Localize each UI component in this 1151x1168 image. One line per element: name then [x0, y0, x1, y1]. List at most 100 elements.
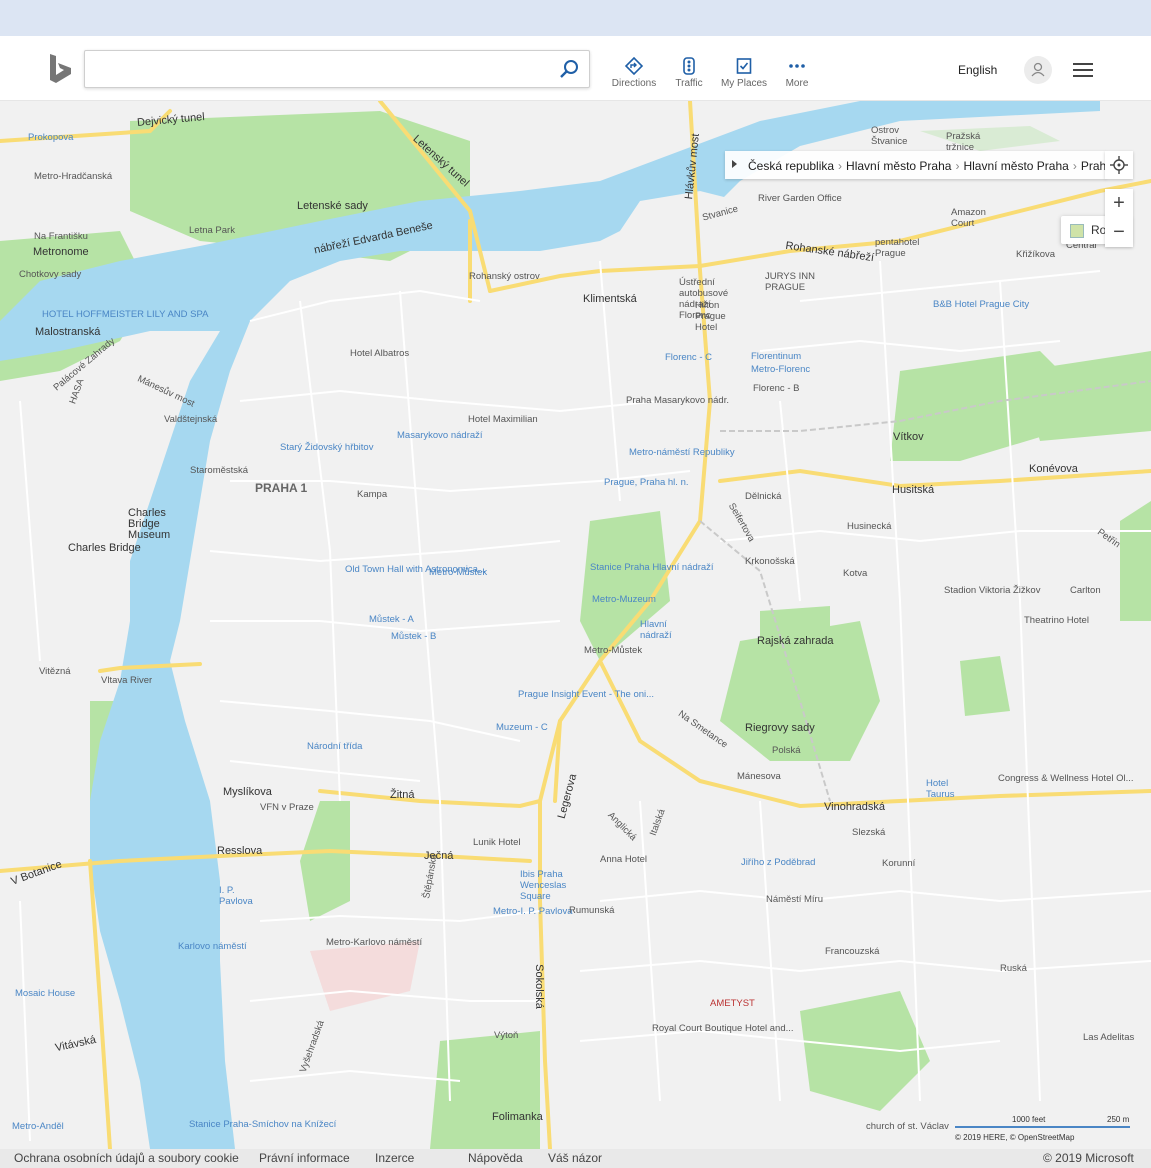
- map-label[interactable]: B&B Hotel Prague City: [933, 299, 1029, 310]
- map-label[interactable]: Mosaic House: [15, 988, 75, 999]
- map-label[interactable]: Ostrov Štvanice: [871, 125, 911, 147]
- map-label[interactable]: Metro-Anděl: [12, 1121, 72, 1132]
- map-label: Francouzská: [825, 946, 880, 957]
- map-label[interactable]: Amazon Court: [951, 207, 991, 229]
- map-label[interactable]: Metro-I. P. Pavlova: [493, 906, 573, 917]
- map-label: Dělnická: [745, 491, 782, 502]
- map-label[interactable]: Muzeum - C: [496, 722, 548, 733]
- map-label[interactable]: Kampa: [357, 489, 447, 500]
- avatar[interactable]: [1024, 56, 1052, 84]
- traffic-label: Traffic: [675, 78, 703, 89]
- zoom-out-button[interactable]: −: [1105, 218, 1133, 247]
- map-label[interactable]: Congress & Wellness Hotel Ol...: [998, 773, 1134, 784]
- my-places-label: My Places: [720, 78, 768, 89]
- search-box[interactable]: [84, 50, 590, 88]
- map-label[interactable]: Hotel Maximilian: [468, 414, 538, 425]
- map-label[interactable]: I. P. Pavlova: [219, 885, 259, 907]
- map-label[interactable]: pentahotel Prague: [875, 237, 919, 259]
- map-label[interactable]: Theatrino Hotel: [1024, 615, 1089, 626]
- map-label[interactable]: Florenc - C: [665, 352, 712, 363]
- map-label[interactable]: Masarykovo nádraží: [397, 430, 483, 441]
- map-label[interactable]: Chotkovy sady: [19, 269, 81, 280]
- map-label[interactable]: Jiřího z Poděbrad: [741, 857, 815, 868]
- map-label[interactable]: Pražská tržnice: [946, 131, 986, 153]
- breadcrumb-item[interactable]: Česká republika: [748, 159, 834, 173]
- map-label[interactable]: Výtoň: [494, 1030, 584, 1041]
- directions-label: Directions: [611, 78, 657, 89]
- locate-me-button[interactable]: [1105, 151, 1133, 179]
- map-label: Folimanka: [492, 1111, 543, 1123]
- breadcrumb-item[interactable]: Hlavní město Praha: [963, 159, 1068, 173]
- map-label[interactable]: AMETYST: [710, 998, 755, 1009]
- hamburger-menu-icon[interactable]: [1073, 62, 1093, 78]
- map-label[interactable]: Kotva: [843, 568, 883, 579]
- footer-link-advertise[interactable]: Inzerce: [375, 1151, 414, 1165]
- map-label[interactable]: Stanice Praha-Smíchov na Knížecí: [189, 1119, 336, 1130]
- map-label[interactable]: Las Adelitas: [1083, 1032, 1143, 1043]
- map-label[interactable]: Carlton: [1070, 585, 1150, 596]
- map-label[interactable]: Metro-Můstek: [584, 645, 694, 656]
- traffic-icon: [683, 57, 695, 75]
- directions-button[interactable]: Directions: [606, 57, 662, 89]
- map-label: Malostranská: [35, 326, 101, 338]
- map-label[interactable]: JURYS INN PRAGUE: [765, 271, 825, 293]
- map-label[interactable]: church of st. Václav: [866, 1121, 949, 1132]
- bing-logo[interactable]: [47, 53, 75, 85]
- map-label[interactable]: Charles Bridge Museum: [128, 508, 170, 541]
- map-label[interactable]: VFN v Praze: [260, 802, 314, 813]
- map-label[interactable]: Florentinum: [751, 351, 801, 362]
- map-label[interactable]: Prague Insight Event - The oni...: [518, 689, 654, 700]
- map-label[interactable]: Hotel Albatros: [350, 348, 409, 359]
- my-places-button[interactable]: My Places: [716, 57, 772, 89]
- map-label[interactable]: Náměstí Míru: [766, 894, 823, 905]
- map-label[interactable]: Charles Bridge: [68, 543, 141, 554]
- map-label[interactable]: Metro-náměstí Republiky: [629, 447, 735, 458]
- map-label[interactable]: Prokopova: [28, 132, 73, 143]
- map-label[interactable]: Stadion Viktoria Žižkov: [944, 585, 1040, 596]
- chevron-right-icon[interactable]: [732, 160, 737, 168]
- map-label[interactable]: Royal Court Boutique Hotel and...: [652, 1023, 794, 1034]
- road-swatch-icon: [1070, 224, 1084, 238]
- map-label[interactable]: Stanice Praha Hlavní nádraží: [590, 562, 714, 573]
- traffic-button[interactable]: Traffic: [661, 57, 717, 89]
- more-button[interactable]: More: [769, 57, 825, 89]
- map-label[interactable]: Ibis Praha Wenceslas Square: [520, 869, 570, 902]
- map-label[interactable]: Hilton Prague Hotel: [695, 300, 745, 333]
- footer-link-help[interactable]: Nápověda: [468, 1151, 523, 1165]
- map-label[interactable]: Lunik Hotel: [473, 837, 528, 848]
- map-label[interactable]: Metro-Muzeum: [592, 594, 656, 605]
- map-label[interactable]: Metro-Florenc: [751, 364, 810, 375]
- map-label[interactable]: Hotel Taurus: [926, 778, 966, 800]
- map-label[interactable]: Národní třída: [307, 741, 362, 752]
- map-label[interactable]: Letna Park: [189, 225, 235, 236]
- map-label[interactable]: Metro-Hradčanská: [34, 171, 112, 182]
- map-label[interactable]: HOTEL HOFFMEISTER LILY AND SPA: [42, 309, 208, 320]
- footer-link-privacy[interactable]: Ochrana osobních údajů a soubory cookie: [14, 1151, 239, 1165]
- map-label[interactable]: Praha Masarykovo nádr.: [626, 395, 729, 406]
- map-label: Sokolská: [532, 964, 545, 1009]
- map-label[interactable]: Anna Hotel: [600, 854, 647, 865]
- zoom-in-button[interactable]: +: [1105, 189, 1133, 218]
- footer-link-legal[interactable]: Právní informace: [259, 1151, 350, 1165]
- map-label[interactable]: Karlovo náměstí: [178, 941, 247, 952]
- map-base-layer: [0, 101, 1151, 1149]
- language-selector[interactable]: English: [958, 63, 997, 77]
- map-label[interactable]: Hlavní nádraží: [640, 619, 700, 641]
- map-label[interactable]: Prague, Praha hl. n.: [604, 477, 689, 488]
- map-label[interactable]: Rohanský ostrov: [469, 271, 540, 282]
- map-label[interactable]: Křižíkova: [1016, 249, 1056, 260]
- map-label[interactable]: Starý Židovský hřbitov: [280, 442, 373, 453]
- map-label: Metronome: [33, 246, 89, 258]
- map-label[interactable]: Metro-Karlovo náměstí: [326, 937, 422, 948]
- search-input[interactable]: [85, 51, 565, 85]
- map-label[interactable]: River Garden Office: [758, 193, 842, 204]
- map-label[interactable]: Staroměstská: [190, 465, 248, 476]
- footer-link-feedback[interactable]: Váš názor: [548, 1151, 602, 1165]
- map-canvas[interactable]: Prokopova Dejvický tunel Letenský tunel …: [0, 101, 1151, 1149]
- map-label[interactable]: Metro-Můstek: [429, 567, 487, 578]
- map-label[interactable]: Florenc - B: [753, 383, 823, 394]
- search-icon[interactable]: [557, 57, 581, 81]
- map-label[interactable]: Můstek - B: [391, 631, 436, 642]
- breadcrumb-item[interactable]: Hlavní město Praha: [846, 159, 951, 173]
- map-label[interactable]: Můstek - A: [369, 614, 414, 625]
